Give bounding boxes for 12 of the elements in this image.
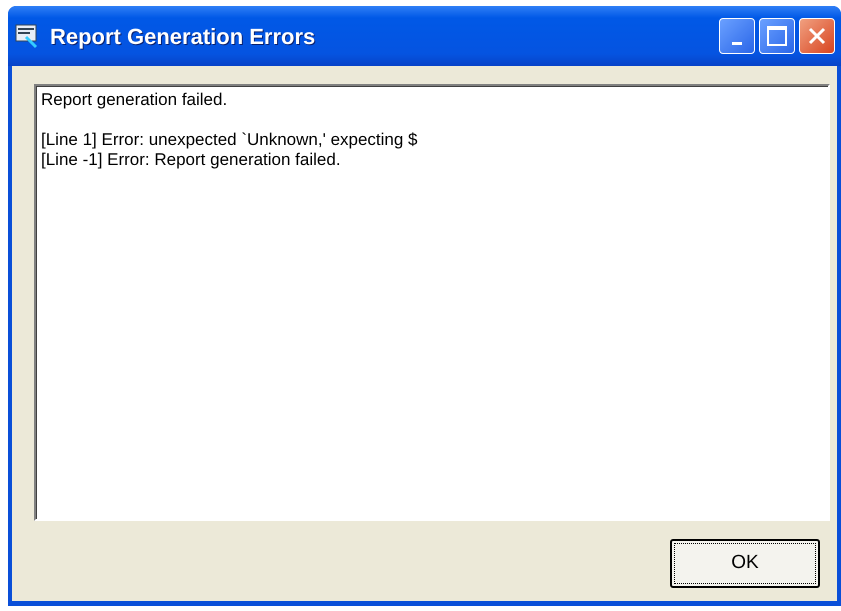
close-icon [807,26,827,46]
ok-button[interactable]: OK [670,539,820,588]
error-line: [Line -1] Error: Report generation failed. [41,150,342,170]
close-button[interactable] [799,18,835,54]
minimize-icon [732,42,742,44]
error-line: [Line 1] Error: unexpected `Unknown,' expecting $ [41,130,419,150]
maximize-button[interactable] [759,18,795,54]
window-title: Report Generation Errors [50,22,316,51]
error-line: Report generation failed. [41,90,228,110]
report-icon [14,23,40,49]
maximize-icon [767,26,787,46]
minimize-button[interactable] [719,18,755,54]
